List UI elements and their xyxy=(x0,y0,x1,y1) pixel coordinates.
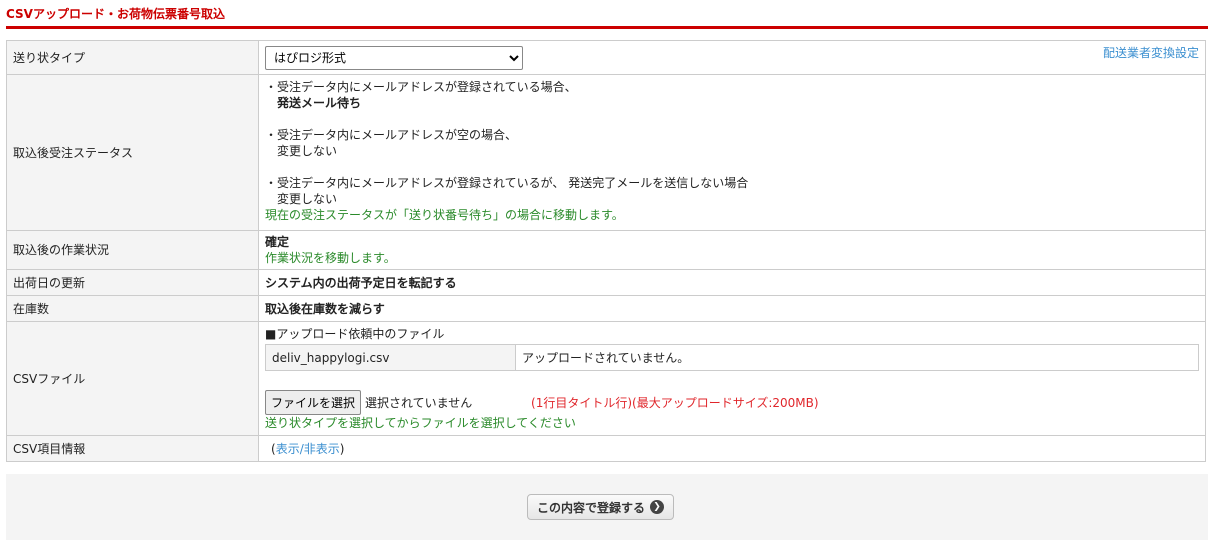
label-ship-date: 出荷日の更新 xyxy=(6,269,259,296)
status-result: 変更しない xyxy=(277,144,338,158)
status-condition: ・受注データ内にメールアドレスが登録されているが、 発送完了メールを送信しない場… xyxy=(265,176,749,190)
csv-upload-form: 送り状タイプ はぴロジ形式 配送業者変換設定 取込後受注ステータス ・受注データ… xyxy=(6,40,1206,462)
row-csv-info: CSV項目情報 (表示/非表示) xyxy=(6,435,1206,462)
row-work: 取込後の作業状況 確定 作業状況を移動します。 xyxy=(6,230,1206,270)
status-note: 現在の受注ステータスが「送り状番号待ち」の場合に移動します。 xyxy=(265,208,624,222)
work-value: 確定 xyxy=(265,235,290,249)
upload-limit-hint: (1行目タイトル行)(最大アップロードサイズ:200MB) xyxy=(531,395,819,410)
title-divider xyxy=(6,26,1208,29)
footer-bar: この内容で登録する ❯ xyxy=(6,474,1208,540)
chevron-right-icon: ❯ xyxy=(650,500,664,514)
toggle-csv-info-link[interactable]: 表示/非表示 xyxy=(276,442,340,456)
file-status: アップロードされていません。 xyxy=(515,344,1199,371)
stock-value: 取込後在庫数を減らす xyxy=(258,295,1206,322)
submit-label: この内容で登録する xyxy=(536,500,645,515)
status-condition: ・受注データ内にメールアドレスが空の場合、 xyxy=(265,128,518,142)
status-result: 変更しない xyxy=(277,192,338,206)
status-condition: ・受注データ内にメールアドレスが登録されている場合、 xyxy=(265,80,577,94)
table-row: deliv_happylogi.csv アップロードされていません。 xyxy=(265,344,1199,371)
no-file-text: 選択されていません xyxy=(365,395,473,410)
work-note: 作業状況を移動します。 xyxy=(265,251,396,265)
label-csv-file: CSVファイル xyxy=(6,321,259,436)
pending-files-heading: ■アップロード依頼中のファイル xyxy=(265,327,445,341)
row-invoice-type: 送り状タイプ はぴロジ形式 配送業者変換設定 xyxy=(6,40,1206,75)
select-type-hint: 送り状タイプを選択してからファイルを選択してください xyxy=(265,416,576,430)
ship-date-value: システム内の出荷予定日を転記する xyxy=(258,269,1206,296)
label-work: 取込後の作業状況 xyxy=(6,230,259,270)
file-name: deliv_happylogi.csv xyxy=(265,344,516,371)
row-ship-date: 出荷日の更新 システム内の出荷予定日を転記する xyxy=(6,269,1206,296)
page-title: CSVアップロード・お荷物伝票番号取込 xyxy=(6,7,225,21)
row-status: 取込後受注ステータス ・受注データ内にメールアドレスが登録されている場合、 発送… xyxy=(6,74,1206,231)
status-result: 発送メール待ち xyxy=(277,96,362,110)
submit-button[interactable]: この内容で登録する ❯ xyxy=(527,494,674,520)
row-stock: 在庫数 取込後在庫数を減らす xyxy=(6,295,1206,322)
paren: ) xyxy=(339,441,345,456)
invoice-type-select[interactable]: はぴロジ形式 xyxy=(265,45,523,70)
choose-file-button[interactable]: ファイルを選択 xyxy=(265,390,362,415)
label-invoice-type: 送り状タイプ xyxy=(6,40,259,75)
label-csv-info: CSV項目情報 xyxy=(6,435,259,462)
row-csv-file: CSVファイル ■アップロード依頼中のファイル deliv_happylogi.… xyxy=(6,321,1206,436)
label-status: 取込後受注ステータス xyxy=(6,74,259,231)
pending-files-table: deliv_happylogi.csv アップロードされていません。 xyxy=(265,344,1199,371)
label-stock: 在庫数 xyxy=(6,295,259,322)
carrier-conversion-settings-link[interactable]: 配送業者変換設定 xyxy=(1103,45,1199,61)
